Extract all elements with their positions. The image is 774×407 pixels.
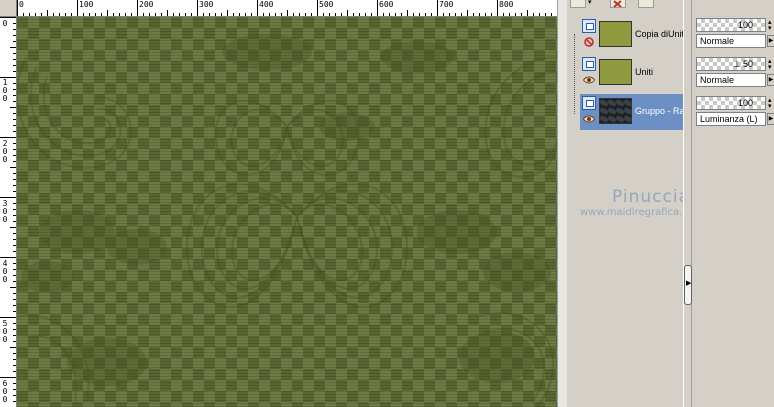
ruler-label: 0 xyxy=(19,0,24,9)
ruler-corner xyxy=(0,0,17,17)
layer-name: Copia diUniti xyxy=(635,29,683,39)
raster-layer-icon xyxy=(582,96,596,110)
layer-thumbnail xyxy=(599,98,632,124)
ruler-label: 300 xyxy=(2,199,8,224)
dropdown-arrow-icon[interactable]: ▶ xyxy=(767,35,774,47)
arrow-right-icon: ▶ xyxy=(686,280,692,287)
horizontal-ruler[interactable]: 0 100 200 300 400 500 600 700 800 xyxy=(17,0,557,17)
ruler-ticks-top xyxy=(17,0,552,16)
blend-mode-select[interactable]: Luminanza (L) xyxy=(696,112,766,126)
spin-arrows-icon[interactable]: ▴ ▾ xyxy=(768,58,772,71)
ruler-label: 800 xyxy=(499,0,514,9)
eye-icon[interactable] xyxy=(583,114,595,124)
collapse-handle[interactable]: ▶ xyxy=(684,265,692,305)
brush-icon[interactable] xyxy=(638,0,654,8)
new-layer-icon[interactable] xyxy=(570,0,586,8)
spin-arrows-icon[interactable]: ▴ ▾ xyxy=(768,97,772,110)
dropdown-arrow-icon[interactable]: ▾ xyxy=(588,0,592,6)
opacity-slider[interactable]: 100 xyxy=(696,18,766,32)
opacity-slider[interactable]: ⊥ 50 xyxy=(696,57,766,71)
eye-icon[interactable] xyxy=(583,75,595,85)
opacity-value: 50 xyxy=(742,59,753,69)
layer-name: Uniti xyxy=(635,67,654,77)
ruler-label: 500 xyxy=(2,319,8,344)
ruler-label: 200 xyxy=(139,0,154,9)
ruler-label: 500 xyxy=(319,0,334,9)
layer-name: Gruppo - Raster 1 xyxy=(635,106,683,116)
ruler-label: 400 xyxy=(2,259,8,284)
watermark-name: Pinuccia xyxy=(612,187,690,207)
layers-toolbar: ▾ xyxy=(568,0,683,10)
ruler-label: 100 xyxy=(2,78,8,103)
delete-layer-icon[interactable] xyxy=(610,0,626,8)
layer-row[interactable]: Copia diUniti xyxy=(580,17,683,53)
layer-properties: 100 ▴ ▾ Normale ▶ xyxy=(696,18,774,54)
raster-layer-icon xyxy=(582,19,596,33)
ruler-label: 600 xyxy=(2,379,8,404)
ruler-label: 700 xyxy=(439,0,454,9)
canvas-scrollbar[interactable] xyxy=(557,0,567,407)
dropdown-arrow-icon[interactable]: ▶ xyxy=(767,74,774,86)
vertical-ruler[interactable]: 0 100 200 300 400 500 600 xyxy=(0,17,17,407)
ruler-label: 100 xyxy=(79,0,94,9)
dropdown-arrow-icon[interactable]: ▶ xyxy=(767,113,774,125)
slider-thumb-icon[interactable]: ⊥ xyxy=(733,59,741,70)
opacity-slider[interactable]: 100 xyxy=(696,96,766,110)
watermark-url: www.maidiregrafica.eu xyxy=(580,207,695,218)
ruler-label: 600 xyxy=(379,0,394,9)
layer-thumbnail xyxy=(599,21,632,47)
ruler-label: 0 xyxy=(2,19,8,28)
delete-x-icon xyxy=(613,0,622,8)
ruler-label: 200 xyxy=(2,139,8,164)
layer-tree-line xyxy=(574,34,575,114)
opacity-value: 100 xyxy=(737,98,753,108)
layer-thumbnail xyxy=(599,59,632,85)
blend-mode-value: Normale xyxy=(700,36,735,46)
opacity-value: 100 xyxy=(737,20,753,30)
panel-splitter[interactable] xyxy=(683,0,692,407)
layer-properties: ⊥ 50 ▴ ▾ Normale ▶ xyxy=(696,57,774,93)
layer-properties-panel: 100 ▴ ▾ Normale ▶ ⊥ 50 ▴ ▾ Normale ▶ 100 ▴… xyxy=(692,0,774,407)
spin-arrows-icon[interactable]: ▴ ▾ xyxy=(768,19,772,32)
blend-mode-select[interactable]: Normale xyxy=(696,34,766,48)
layer-row-selected[interactable]: Gruppo - Raster 1 xyxy=(580,94,683,130)
layer-row[interactable]: Uniti xyxy=(580,55,683,91)
hidden-eye-icon[interactable] xyxy=(583,37,595,47)
ruler-label: 300 xyxy=(199,0,214,9)
raster-layer-icon xyxy=(582,57,596,71)
fractal-artwork xyxy=(17,34,557,407)
ruler-label: 400 xyxy=(259,0,274,9)
image-canvas[interactable] xyxy=(17,17,557,407)
layer-properties: 100 ▴ ▾ Luminanza (L) ▶ xyxy=(696,96,774,132)
blend-mode-value: Luminanza (L) xyxy=(700,114,758,124)
blend-mode-value: Normale xyxy=(700,75,735,85)
blend-mode-select[interactable]: Normale xyxy=(696,73,766,87)
